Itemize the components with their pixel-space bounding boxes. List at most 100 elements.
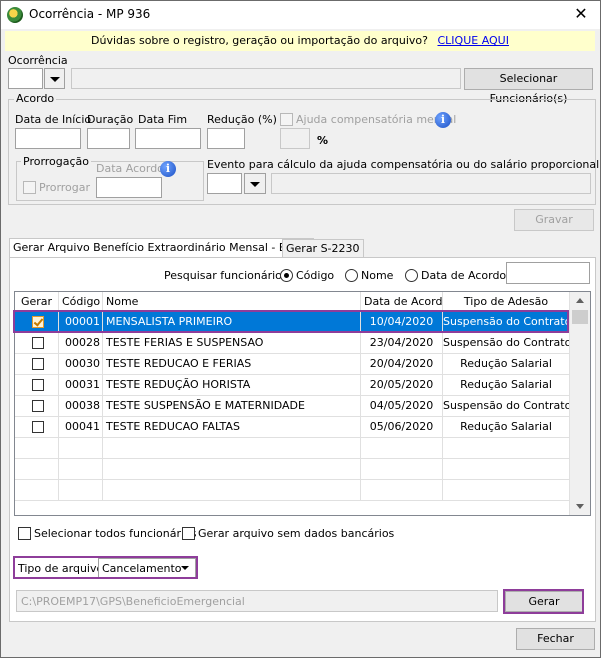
reducao-label: Redução (%) [207, 113, 277, 126]
ocorrencia-code-input[interactable] [8, 68, 43, 89]
ocorrencia-description-field [71, 68, 461, 89]
header-tipo-adesao[interactable]: Tipo de Adesão [443, 292, 570, 312]
empty-row [15, 438, 570, 459]
ajuda-compensatoria-checkbox[interactable] [280, 113, 293, 126]
info-bar: Dúvidas sobre o registro, geração ou imp… [5, 31, 595, 51]
search-input[interactable] [506, 262, 590, 284]
row-nome: TESTE SUSPENSÃO E MATERNIDADE [103, 396, 361, 417]
path-field: C:\PROEMP17\GPS\BeneficioEmergencial [16, 590, 498, 612]
path-value: C:\PROEMP17\GPS\BeneficioEmergencial [21, 595, 245, 608]
row-nome: TESTE REDUCAO FALTAS [103, 417, 361, 438]
table-row[interactable]: 00028 TESTE FERIAS E SUSPENSAO 23/04/202… [15, 333, 570, 354]
row-data: 04/05/2020 [361, 396, 443, 417]
select-employees-button[interactable]: Selecionar Funcionário(s) [464, 68, 593, 105]
row-checkbox[interactable] [32, 358, 44, 370]
sem-dados-bancarios-checkbox[interactable] [182, 527, 195, 540]
scroll-up-icon[interactable] [570, 292, 590, 310]
header-gerar[interactable]: Gerar [15, 292, 59, 312]
search-label: Pesquisar funcionário [164, 269, 282, 282]
radio-nome[interactable] [345, 269, 358, 282]
row-codigo: 00030 [59, 354, 103, 375]
row-codigo: 00028 [59, 333, 103, 354]
radio-codigo-label: Código [296, 269, 335, 282]
select-all-checkbox[interactable] [18, 527, 31, 540]
row-tipo: Suspensão do Contrato [443, 333, 570, 354]
evento-label: Evento para cálculo da ajuda compensatór… [207, 158, 600, 171]
select-all-label: Selecionar todos funcionários [34, 527, 197, 540]
ajuda-percent-input [280, 128, 310, 149]
row-codigo: 00031 [59, 375, 103, 396]
row-gerar-cell [15, 396, 59, 417]
row-gerar-cell [15, 417, 59, 438]
row-data: 23/04/2020 [361, 333, 443, 354]
row-nome: TESTE FERIAS E SUSPENSAO [103, 333, 361, 354]
scroll-down-icon[interactable] [570, 497, 590, 515]
row-nome: TESTE REDUCAO E FERIAS [103, 354, 361, 375]
row-gerar-cell [15, 354, 59, 375]
tab-gerar-s2230[interactable]: Gerar S-2230 [282, 239, 364, 257]
table-row[interactable]: 00038 TESTE SUSPENSÃO E MATERNIDADE 04/0… [15, 396, 570, 417]
row-data: 20/05/2020 [361, 375, 443, 396]
prorrogar-label: Prorrogar [39, 181, 91, 194]
info-text: Dúvidas sobre o registro, geração ou imp… [91, 34, 428, 47]
prorrogar-checkbox[interactable] [23, 181, 36, 194]
prorrogacao-title: Prorrogação [21, 155, 92, 168]
table-row[interactable]: 00030 TESTE REDUCAO E FERIAS 20/04/2020 … [15, 354, 570, 375]
window-title: Ocorrência - MP 936 [29, 7, 151, 21]
header-data-acordo[interactable]: Data de Acordo [361, 292, 449, 312]
row-data: 20/04/2020 [361, 354, 443, 375]
radio-codigo[interactable] [280, 269, 293, 282]
dialog-window: Ocorrência - MP 936 ✕ Dúvidas sobre o re… [0, 0, 601, 658]
evento-dropdown-button[interactable] [244, 173, 266, 194]
evento-description-field [271, 173, 591, 194]
row-tipo: Redução Salarial [443, 417, 570, 438]
row-tipo: Suspensão do Contrato [443, 396, 570, 417]
help-link[interactable]: CLIQUE AQUI [437, 34, 509, 47]
row-gerar-cell [15, 333, 59, 354]
row-checkbox[interactable] [32, 421, 44, 433]
radio-data-acordo[interactable] [405, 269, 418, 282]
row-tipo: Redução Salarial [443, 375, 570, 396]
gerar-button-highlight [503, 589, 584, 614]
data-acordo-info-icon[interactable]: i [160, 161, 176, 177]
row-gerar-cell [15, 375, 59, 396]
row-tipo: Redução Salarial [443, 354, 570, 375]
title-bar: Ocorrência - MP 936 ✕ [1, 1, 600, 29]
ocorrencia-dropdown-button[interactable] [44, 68, 65, 89]
scroll-thumb[interactable] [572, 310, 588, 324]
empty-row [15, 459, 570, 480]
percent-sign: % [317, 134, 329, 147]
tab-gerar-bem[interactable]: Gerar Arquivo Benefício Extraordinário M… [9, 238, 314, 258]
header-codigo[interactable]: Código [59, 292, 103, 312]
row-checkbox[interactable] [32, 379, 44, 391]
table-row[interactable]: 00031 TESTE REDUÇÃO HORISTA 20/05/2020 R… [15, 375, 570, 396]
reducao-input[interactable] [207, 128, 245, 149]
sem-dados-bancarios-label: Gerar arquivo sem dados bancários [198, 527, 395, 540]
data-fim-label: Data Fim [138, 113, 188, 126]
grid-scrollbar[interactable] [569, 292, 590, 515]
tipo-arquivo-highlight [13, 556, 198, 579]
duracao-label: Duração [87, 113, 134, 126]
data-inicio-label: Data de Início [15, 113, 92, 126]
evento-code-input[interactable] [207, 173, 242, 194]
fechar-button[interactable]: Fechar [516, 628, 595, 650]
app-icon [7, 7, 23, 23]
table-row[interactable]: 00041 TESTE REDUCAO FALTAS 05/06/2020 Re… [15, 417, 570, 438]
gravar-button[interactable]: Gravar [514, 209, 594, 231]
data-acordo-label: Data Acordo [96, 162, 164, 175]
close-button[interactable]: ✕ [567, 3, 595, 25]
row-codigo: 00041 [59, 417, 103, 438]
data-acordo-input[interactable] [96, 177, 162, 198]
ajuda-compensatoria-label: Ajuda compensatória mensal [296, 113, 457, 126]
selected-row-highlight [13, 310, 569, 333]
data-inicio-input[interactable] [15, 128, 81, 149]
row-checkbox[interactable] [32, 337, 44, 349]
header-nome[interactable]: Nome [103, 292, 361, 312]
radio-nome-label: Nome [361, 269, 394, 282]
row-checkbox[interactable] [32, 400, 44, 412]
ajuda-info-icon[interactable]: i [435, 112, 451, 128]
ocorrencia-label: Ocorrência [8, 54, 68, 67]
data-fim-input[interactable] [135, 128, 201, 149]
row-nome: TESTE REDUÇÃO HORISTA [103, 375, 361, 396]
duracao-input[interactable] [87, 128, 130, 149]
